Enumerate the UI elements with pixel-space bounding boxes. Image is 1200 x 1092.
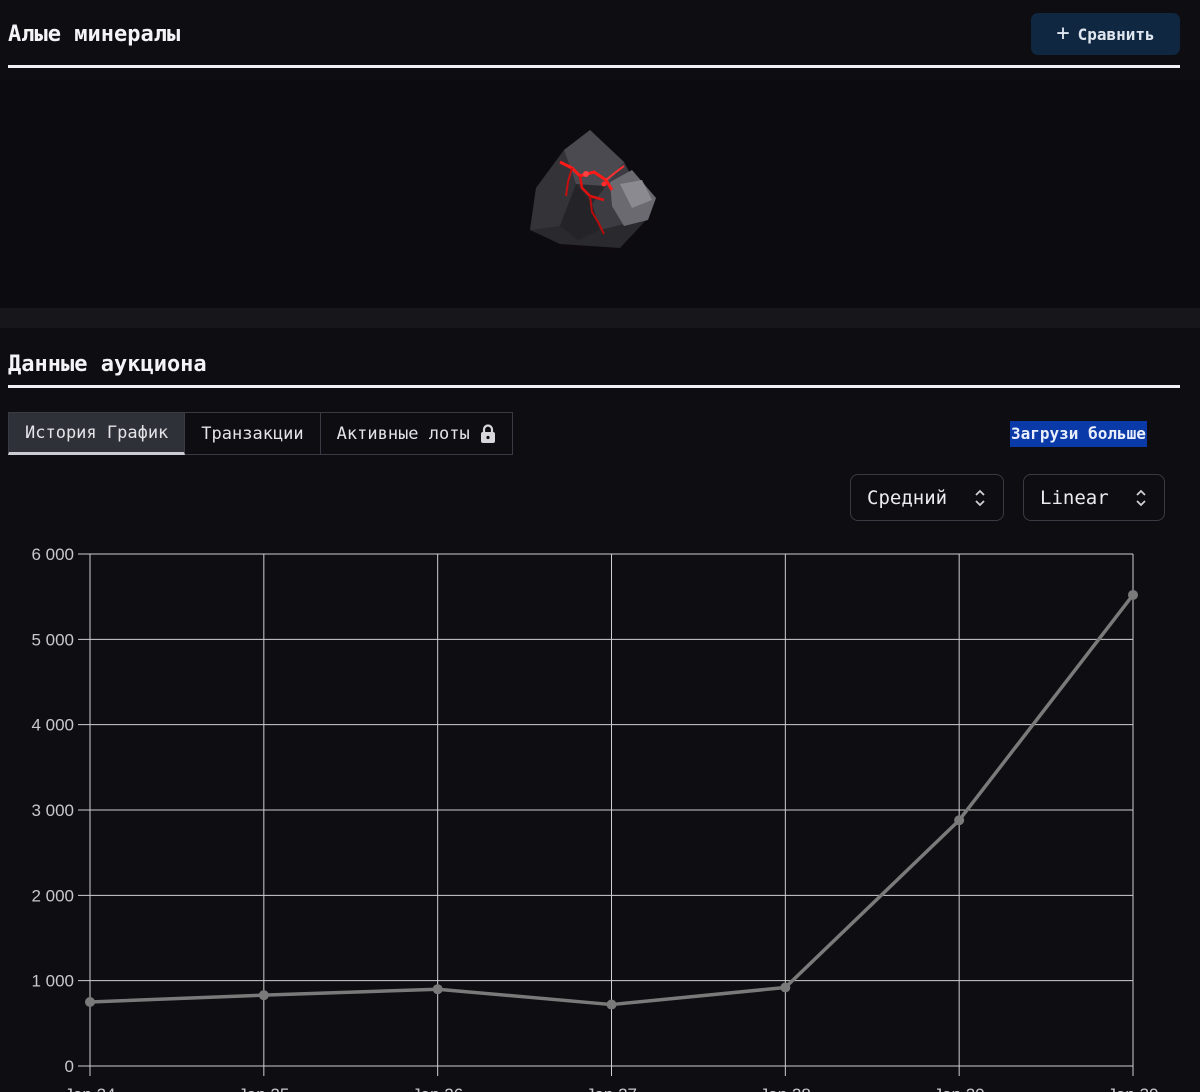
compare-button[interactable]: + Сравнить [1031, 13, 1180, 55]
x-tick-label: Jan 24 [64, 1085, 115, 1092]
scale-select[interactable]: Linear [1023, 474, 1165, 521]
item-header: Алые минералы + Сравнить [8, 0, 1180, 68]
price-history-chart-svg: 0 1 000 2 000 3 000 4 000 5 000 6 000 Jan 24 Jan… [31, 545, 1158, 1092]
data-point [606, 999, 617, 1010]
x-tick-label: Jan 27 [586, 1085, 637, 1092]
x-tick-label: Jan 25 [238, 1085, 289, 1092]
tab-history-chart[interactable]: История График [8, 412, 186, 455]
y-tick-label: 3 000 [31, 801, 74, 820]
x-tick-label: Jan 29 [934, 1085, 985, 1092]
y-tick-label: 6 000 [31, 545, 74, 564]
data-point [1128, 589, 1138, 600]
tab-label: Активные лоты [336, 423, 470, 444]
chevron-up-down-icon [1136, 489, 1146, 506]
item-title: Алые минералы [8, 22, 181, 47]
tab-label: Транзакции [201, 423, 304, 444]
tab-active-lots[interactable]: Активные лоты [320, 412, 513, 455]
tab-label: История График [25, 422, 169, 443]
section-divider [0, 308, 1200, 328]
data-point [954, 815, 965, 826]
x-tick-label: Jan 30 [1107, 1085, 1158, 1092]
x-tick-label: Jan 26 [412, 1085, 463, 1092]
aggregate-select-value: Средний [867, 486, 948, 509]
compare-label: Сравнить [1077, 24, 1155, 44]
item-image-area [0, 80, 1200, 308]
tab-transactions[interactable]: Транзакции [185, 412, 321, 455]
item-page: Алые минералы + Сравнить Данные аукциона… [0, 0, 1200, 1092]
y-tick-label: 1 000 [31, 972, 74, 991]
data-point [258, 990, 269, 1001]
auction-header: Данные аукциона [8, 336, 1180, 388]
x-tick-label: Jan 28 [760, 1085, 811, 1092]
plus-icon: + [1056, 21, 1070, 46]
crimson-mineral-icon [522, 130, 666, 258]
chevron-up-down-icon [975, 489, 985, 506]
y-tick-label: 4 000 [31, 716, 74, 735]
y-tick-label: 2 000 [31, 886, 74, 905]
price-history-chart: 0 1 000 2 000 3 000 4 000 5 000 6 000 Jan 24 Jan… [0, 540, 1200, 1092]
aggregate-select[interactable]: Средний [850, 474, 1004, 521]
scale-select-value: Linear [1040, 486, 1109, 509]
y-tick-label: 0 [65, 1057, 74, 1076]
auction-title: Данные аукциона [8, 352, 207, 377]
lock-icon [480, 423, 495, 443]
y-tick-label: 5 000 [31, 630, 74, 649]
load-more-button[interactable]: Загрузи больше [1010, 421, 1147, 447]
data-point [85, 997, 95, 1007]
data-point [432, 984, 443, 995]
data-point [780, 982, 791, 993]
auction-tabs: История График Транзакции Активные лоты [8, 412, 513, 456]
